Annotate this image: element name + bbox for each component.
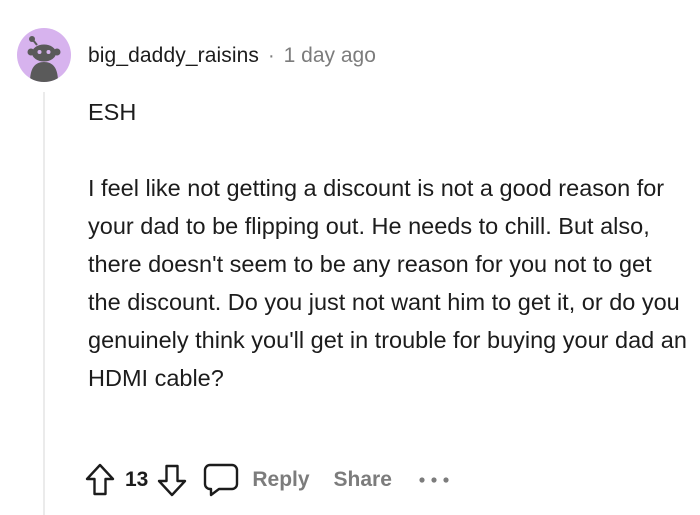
timestamp[interactable]: 1 day ago xyxy=(284,44,376,68)
comment-header: big_daddy_raisins · 1 day ago xyxy=(88,40,376,72)
vote-score: 13 xyxy=(125,468,149,491)
share-button[interactable]: Share xyxy=(334,468,392,492)
avatar[interactable] xyxy=(17,28,71,82)
comment: big_daddy_raisins · 1 day ago ESH I feel… xyxy=(0,0,700,515)
upvote-arrow-icon xyxy=(85,463,115,496)
reply-button[interactable]: Reply xyxy=(202,462,310,498)
comment-paragraph: I feel like not getting a discount is no… xyxy=(88,175,687,391)
comment-paragraph: ESH xyxy=(88,99,137,125)
thread-line[interactable] xyxy=(43,92,45,515)
username-link[interactable]: big_daddy_raisins xyxy=(88,44,259,68)
more-options-button[interactable] xyxy=(418,457,450,503)
upvote-button[interactable] xyxy=(82,457,118,503)
more-dots-icon xyxy=(419,477,449,483)
reply-label: Reply xyxy=(252,468,310,491)
downvote-button[interactable] xyxy=(154,457,190,503)
downvote-arrow-icon xyxy=(158,464,187,497)
comment-body: ESH I feel like not getting a discount i… xyxy=(88,93,688,397)
meta-separator: · xyxy=(267,44,275,67)
comment-actions: 13 Reply Share xyxy=(82,457,450,503)
snoo-avatar-icon xyxy=(27,36,61,82)
chat-bubble-icon xyxy=(204,463,239,497)
